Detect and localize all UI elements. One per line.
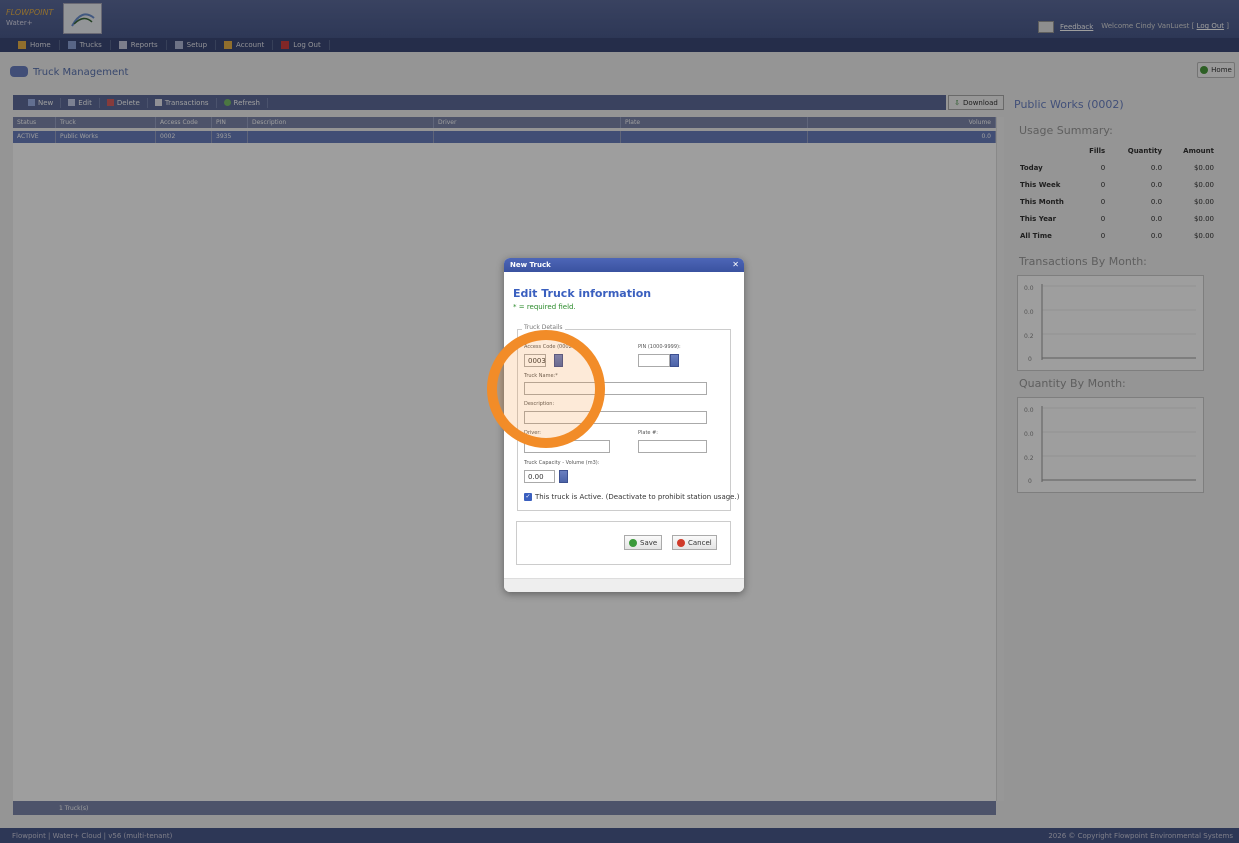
active-checkbox[interactable]: ✓	[524, 493, 532, 501]
capacity-spinner[interactable]	[559, 470, 568, 483]
dialog-heading: Edit Truck information	[513, 287, 652, 300]
cancel-label: Cancel	[688, 538, 712, 547]
plate-label: Plate #:	[638, 430, 658, 436]
truck-name-input[interactable]	[524, 382, 707, 395]
pin-spinner[interactable]	[670, 354, 679, 367]
truck-details-legend: Truck Details	[522, 324, 565, 331]
dialog-resize-bar[interactable]	[504, 578, 744, 592]
capacity-input[interactable]: 0.00	[524, 470, 555, 483]
save-icon	[629, 538, 637, 547]
pin-label: PIN (1000-9999):	[638, 344, 681, 350]
dialog-header: New Truck ✕	[504, 258, 744, 272]
driver-label: Driver:	[524, 430, 541, 436]
plate-input[interactable]	[638, 440, 707, 453]
description-label: Description:	[524, 401, 555, 407]
pin-input[interactable]	[638, 354, 670, 367]
access-code-spinner[interactable]	[554, 354, 563, 367]
active-checkbox-label: This truck is Active. (Deactivate to pro…	[535, 493, 740, 501]
close-icon[interactable]: ✕	[732, 260, 739, 269]
cancel-button[interactable]: Cancel	[672, 535, 717, 550]
driver-input[interactable]	[524, 440, 610, 453]
dialog-title: New Truck	[510, 261, 551, 269]
cancel-icon	[677, 538, 685, 547]
save-button[interactable]: Save	[624, 535, 663, 550]
truck-name-label: Truck Name:*	[524, 373, 558, 379]
save-label: Save	[640, 538, 658, 547]
description-input[interactable]	[524, 411, 707, 424]
required-note: * = required field.	[513, 303, 576, 311]
new-truck-dialog: New Truck ✕ Edit Truck information * = r…	[504, 258, 744, 592]
access-code-label: Access Code (0002-99	[524, 344, 580, 350]
capacity-label: Truck Capacity - Volume (m3):	[524, 460, 600, 466]
access-code-input[interactable]: 0003	[524, 354, 546, 367]
